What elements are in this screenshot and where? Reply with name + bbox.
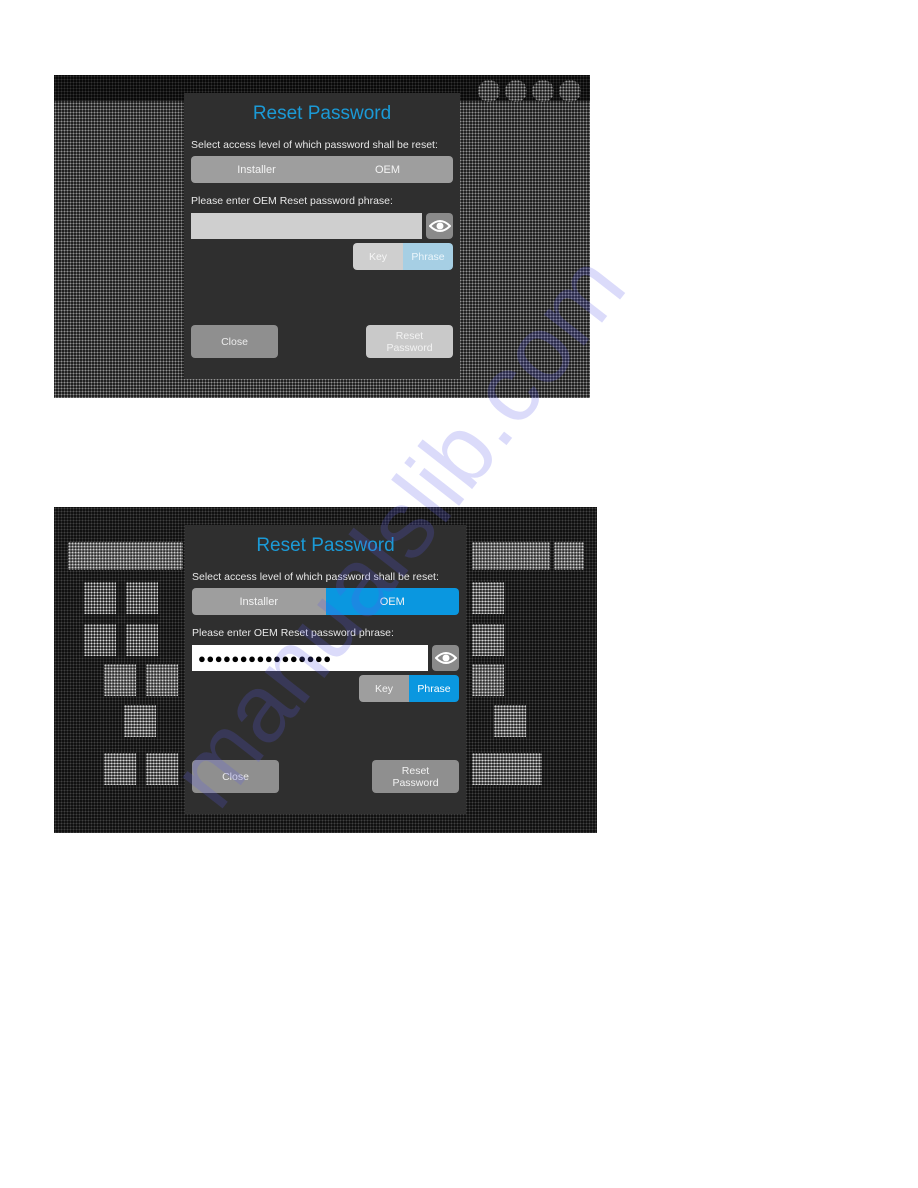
mode-option-phrase[interactable]: Phrase xyxy=(403,243,453,270)
mode-option-phrase[interactable]: Phrase xyxy=(409,675,459,702)
background-block xyxy=(554,542,584,570)
phrase-label: Please enter OEM Reset password phrase: xyxy=(191,195,393,207)
mode-option-key[interactable]: Key xyxy=(353,243,403,270)
access-option-oem[interactable]: OEM xyxy=(322,156,453,183)
access-level-selector: Installer OEM xyxy=(191,156,453,183)
access-level-label: Select access level of which password sh… xyxy=(191,139,438,151)
background-block xyxy=(104,664,136,696)
background-icon xyxy=(532,80,554,102)
background-block xyxy=(126,624,158,656)
show-password-button[interactable] xyxy=(426,213,453,239)
phrase-label: Please enter OEM Reset password phrase: xyxy=(192,627,394,639)
dialog-title: Reset Password xyxy=(256,535,395,556)
background-block xyxy=(472,664,504,696)
reset-phrase-input[interactable] xyxy=(191,213,422,239)
reset-phrase-input[interactable] xyxy=(192,645,428,671)
background-block xyxy=(472,582,504,614)
eye-icon xyxy=(428,220,451,232)
reset-button-label-line2: Password xyxy=(392,776,439,789)
show-password-button[interactable] xyxy=(432,645,459,671)
background-icon xyxy=(478,80,500,102)
input-mode-selector: Key Phrase xyxy=(353,243,453,270)
reset-password-dialog: Reset Password Select access level of wh… xyxy=(185,525,466,814)
background-block xyxy=(146,664,178,696)
dialog-title: Reset Password xyxy=(252,103,392,124)
background-block xyxy=(494,705,526,737)
background-block xyxy=(68,542,183,570)
background-block xyxy=(126,582,158,614)
access-level-label: Select access level of which password sh… xyxy=(192,571,439,583)
background-block xyxy=(472,542,550,570)
background-block xyxy=(124,705,156,737)
reset-password-dialog: Reset Password Select access level of wh… xyxy=(184,93,460,379)
background-icon xyxy=(559,80,581,102)
access-option-installer[interactable]: Installer xyxy=(192,588,326,615)
close-button[interactable]: Close xyxy=(191,325,278,358)
mode-option-key[interactable]: Key xyxy=(359,675,409,702)
reset-button-label-line2: Password xyxy=(386,341,433,354)
screenshot-oem-selected-state: Reset Password Select access level of wh… xyxy=(54,507,597,833)
eye-icon xyxy=(434,652,457,664)
reset-password-button[interactable]: Reset Password xyxy=(366,325,453,358)
close-button[interactable]: Close xyxy=(192,760,279,793)
screenshot-default-state: Reset Password Select access level of wh… xyxy=(54,75,590,398)
background-block xyxy=(84,624,116,656)
background-block xyxy=(472,753,542,785)
background-block xyxy=(104,753,136,785)
background-block xyxy=(84,582,116,614)
access-option-oem[interactable]: OEM xyxy=(325,588,459,615)
input-mode-selector: Key Phrase xyxy=(359,675,459,702)
background-block xyxy=(472,624,504,656)
access-option-installer[interactable]: Installer xyxy=(191,156,322,183)
background-icon xyxy=(505,80,527,102)
access-level-selector: Installer OEM xyxy=(192,588,459,615)
reset-password-button[interactable]: Reset Password xyxy=(372,760,459,793)
reset-button-label-line1: Reset xyxy=(395,329,424,342)
reset-button-label-line1: Reset xyxy=(401,764,430,777)
background-block xyxy=(146,753,178,785)
